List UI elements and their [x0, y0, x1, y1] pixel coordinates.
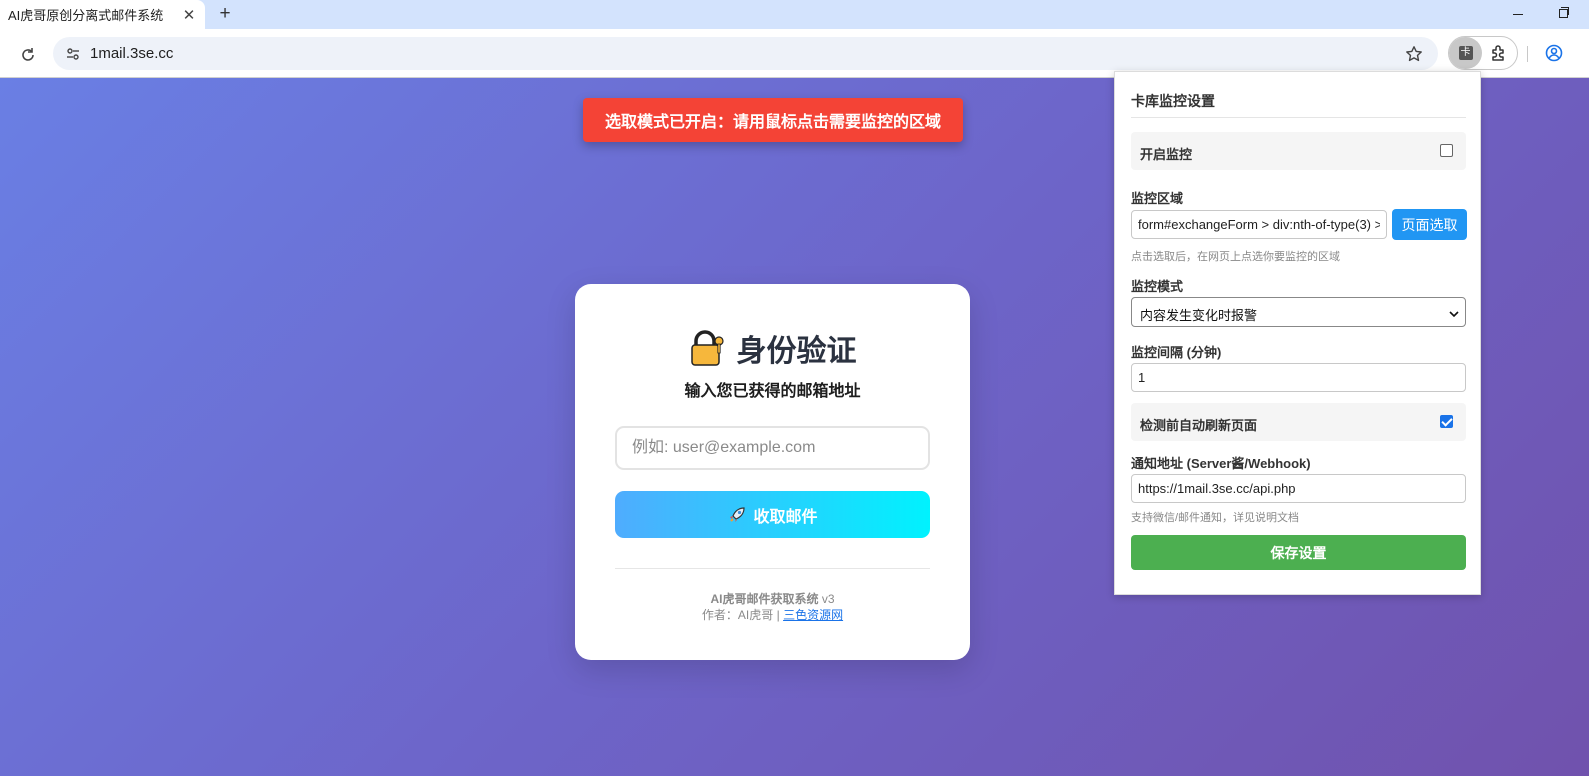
mode-select-value: 内容发生变化时报警 — [1140, 308, 1258, 323]
interval-label: 监控间隔 (分钟) — [1131, 345, 1222, 360]
chevron-down-icon — [1449, 307, 1459, 318]
popup-divider — [1131, 117, 1466, 118]
monitor-settings-popup: 卡库监控设置 开启监控 监控区域 页面选取 点击选取后，在网页上点选你要监控的区… — [1114, 71, 1481, 595]
enable-monitor-checkbox[interactable] — [1440, 144, 1453, 157]
notify-hint: 支持微信/邮件通知，详见说明文档 — [1131, 512, 1300, 524]
bookmark-star-icon[interactable] — [1402, 42, 1426, 66]
mode-label: 监控模式 — [1131, 279, 1184, 294]
tab-strip: AI虎哥原创分离式邮件系统 ✕ + — [0, 0, 1589, 29]
extensions-puzzle-icon[interactable] — [1488, 42, 1510, 64]
popup-title: 卡库监控设置 — [1131, 93, 1215, 109]
auto-refresh-row[interactable]: 检测前自动刷新页面 — [1131, 403, 1466, 441]
minimize-icon[interactable] — [1508, 4, 1528, 24]
enable-monitor-label: 开启监控 — [1140, 147, 1193, 162]
new-tab-button[interactable]: + — [213, 2, 237, 26]
save-settings-button[interactable]: 保存设置 — [1131, 535, 1466, 570]
card-divider — [615, 568, 930, 569]
notify-url-input[interactable] — [1131, 474, 1466, 503]
notify-label: 通知地址 (Server酱/Webhook) — [1131, 456, 1311, 471]
enable-monitor-row[interactable]: 开启监控 — [1131, 132, 1466, 170]
lock-key-icon — [689, 329, 727, 367]
browser-tab[interactable]: AI虎哥原创分离式邮件系统 ✕ — [0, 0, 205, 29]
auto-refresh-label: 检测前自动刷新页面 — [1140, 418, 1258, 433]
selection-mode-banner: 选取模式已开启：请用鼠标点击需要监控的区域 — [583, 98, 963, 142]
toolbar-separator — [1527, 46, 1528, 62]
tab-close-icon[interactable]: ✕ — [177, 3, 201, 27]
area-hint: 点击选取后，在网页上点选你要监控的区域 — [1131, 251, 1340, 263]
address-bar[interactable]: 1mail.3se.cc — [53, 37, 1438, 70]
fetch-mail-button[interactable]: 收取邮件 — [615, 491, 930, 538]
footer-version: v3 — [821, 592, 835, 606]
footer-author-text: 作者：AI虎哥 | — [701, 608, 780, 622]
card-monitor-extension-icon[interactable]: 卡 — [1449, 37, 1482, 69]
card-title-row: 身份验证 — [575, 326, 970, 370]
site-settings-icon[interactable] — [61, 42, 85, 66]
footer-author: 作者：AI虎哥 | 三色资源网 — [575, 606, 970, 623]
email-input[interactable] — [615, 426, 930, 470]
page-pick-button[interactable]: 页面选取 — [1392, 209, 1467, 240]
mode-select[interactable]: 内容发生变化时报警 — [1131, 297, 1466, 327]
profile-icon[interactable] — [1543, 42, 1565, 64]
auto-refresh-checkbox[interactable] — [1440, 415, 1453, 428]
area-label: 监控区域 — [1131, 191, 1184, 206]
footer-system-name: AI虎哥邮件获取系统 — [710, 592, 819, 606]
rocket-icon — [727, 505, 747, 525]
fetch-mail-label: 收取邮件 — [753, 508, 818, 526]
page-title: 身份验证 — [736, 335, 857, 368]
reload-icon[interactable] — [16, 43, 40, 67]
footer-system: AI虎哥邮件获取系统 v3 — [575, 590, 970, 607]
restore-icon[interactable] — [1553, 4, 1573, 24]
interval-input[interactable] — [1131, 363, 1466, 392]
area-selector-input[interactable] — [1131, 210, 1387, 239]
footer-site-link[interactable]: 三色资源网 — [783, 608, 843, 622]
verify-card: 身份验证 输入您已获得的邮箱地址 收取邮件 AI虎哥邮件获取系统 v3 作者：A… — [575, 284, 970, 660]
page-subtitle: 输入您已获得的邮箱地址 — [684, 383, 861, 400]
url-text[interactable]: 1mail.3se.cc — [90, 45, 173, 62]
tab-title: AI虎哥原创分离式邮件系统 — [8, 8, 164, 23]
